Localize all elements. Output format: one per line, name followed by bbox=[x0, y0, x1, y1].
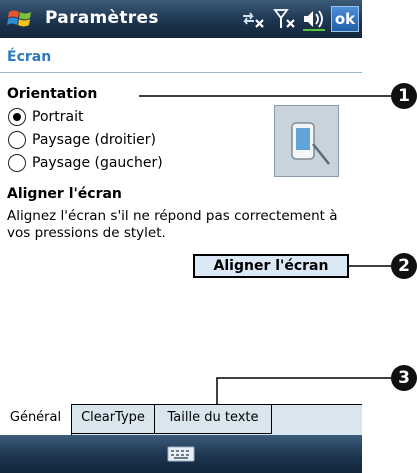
radio-button[interactable] bbox=[8, 154, 26, 172]
device-rotation-icon bbox=[275, 106, 338, 176]
title-bar: Paramètres ok bbox=[0, 0, 362, 38]
signal-off-icon[interactable] bbox=[272, 6, 298, 32]
tab-text-size[interactable]: Taille du texte bbox=[154, 404, 272, 434]
windows-start-icon[interactable] bbox=[5, 4, 35, 34]
device-screen: Paramètres ok Écran Orientation Portrait… bbox=[0, 0, 362, 473]
orientation-title: Orientation bbox=[7, 86, 98, 102]
menu-bar bbox=[0, 435, 362, 473]
heading-divider bbox=[0, 72, 362, 73]
align-screen-button[interactable]: Aligner l'écran bbox=[193, 254, 349, 278]
radio-label: Portrait bbox=[32, 109, 84, 125]
radio-button[interactable] bbox=[8, 131, 26, 149]
align-description: Alignez l'écran s'il ne répond pas corre… bbox=[7, 208, 338, 241]
radio-label: Paysage (gaucher) bbox=[32, 155, 163, 171]
ok-button[interactable]: ok bbox=[331, 6, 359, 32]
volume-icon[interactable] bbox=[301, 6, 327, 32]
callout-1: 1 bbox=[391, 83, 417, 109]
radio-label: Paysage (droitier) bbox=[32, 132, 156, 148]
callout-3: 3 bbox=[391, 365, 417, 391]
radio-selected-dot bbox=[12, 112, 21, 121]
tab-general[interactable]: Général bbox=[0, 404, 72, 435]
page-heading: Écran bbox=[7, 49, 52, 65]
radio-button[interactable] bbox=[8, 108, 26, 126]
window-title: Paramètres bbox=[45, 8, 159, 28]
tab-cleartype[interactable]: ClearType bbox=[71, 404, 155, 434]
connectivity-icon[interactable] bbox=[240, 6, 266, 32]
orientation-preview bbox=[274, 105, 339, 177]
tab-strip: Général ClearType Taille du texte bbox=[0, 404, 362, 435]
callout-2: 2 bbox=[391, 253, 417, 279]
align-title: Aligner l'écran bbox=[7, 186, 122, 202]
keyboard-icon[interactable] bbox=[167, 446, 195, 462]
